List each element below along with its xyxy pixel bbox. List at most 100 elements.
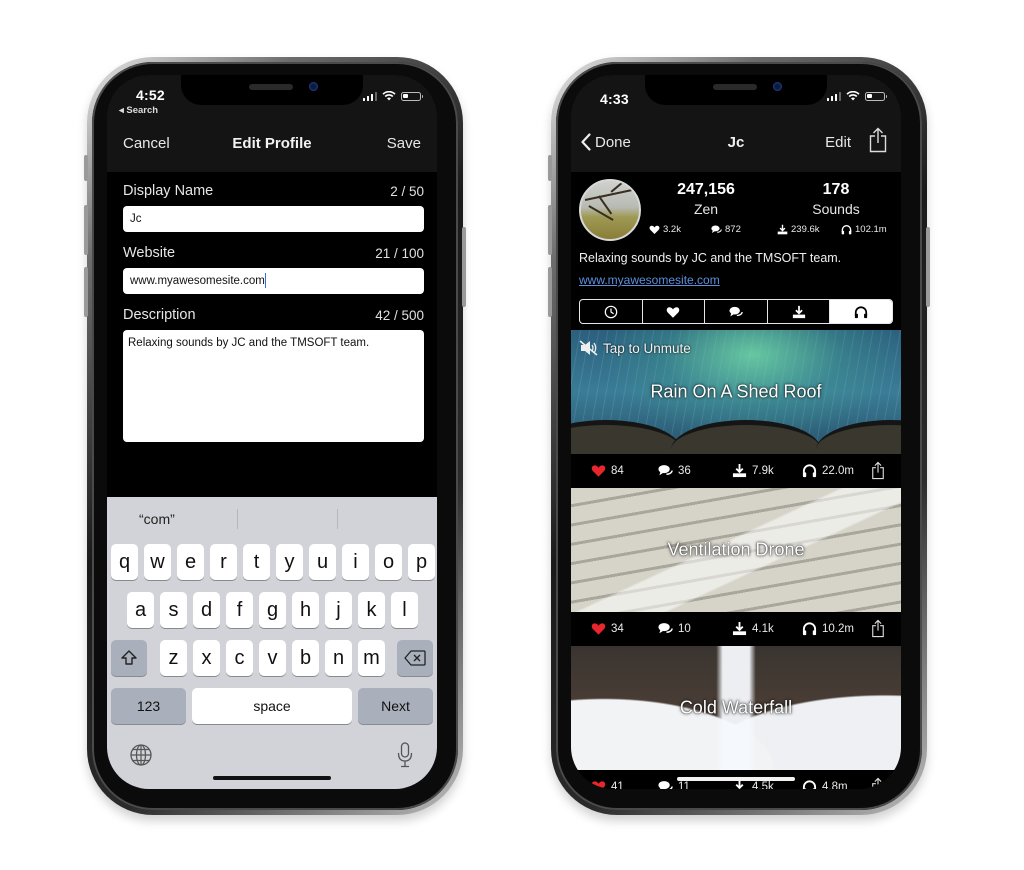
sound-comments[interactable]: 10: [658, 621, 691, 636]
comments-icon: [729, 306, 743, 316]
key-n[interactable]: n: [325, 640, 352, 676]
share-icon[interactable]: [868, 127, 888, 153]
tap-to-unmute-button[interactable]: Tap to Unmute: [579, 340, 691, 356]
suggestion-item[interactable]: [338, 497, 437, 541]
delete-key[interactable]: [397, 640, 433, 676]
home-indicator[interactable]: [677, 777, 795, 781]
display-name-value: Jc: [130, 213, 142, 225]
power-button: [462, 227, 466, 307]
sound-downloads[interactable]: 7.9k: [732, 463, 774, 478]
numbers-key[interactable]: 123: [111, 688, 186, 724]
shift-icon: [121, 650, 137, 665]
key-w[interactable]: w: [144, 544, 171, 580]
description-label: Description: [123, 307, 196, 323]
sound-stats-bar: 34 10 4.1k 10.2m: [571, 612, 901, 646]
space-key[interactable]: space: [192, 688, 352, 724]
profile-downloads: 239.6k: [777, 224, 820, 235]
next-key[interactable]: Next: [358, 688, 433, 724]
sound-stats-bar: 84 36 7.9k 22.0m: [571, 454, 901, 488]
profile-comments: 872: [711, 224, 741, 235]
heart-icon: [649, 225, 660, 234]
key-m[interactable]: m: [358, 640, 385, 676]
key-l[interactable]: l: [391, 592, 418, 628]
edit-button[interactable]: Edit: [825, 134, 851, 151]
key-k[interactable]: k: [358, 592, 385, 628]
heart-icon: [591, 465, 606, 477]
display-name-label: Display Name: [123, 183, 214, 199]
sound-card[interactable]: Ventilation Drone 34 10 4.1k 10.2m: [571, 488, 901, 646]
key-r[interactable]: r: [210, 544, 237, 580]
display-name-field[interactable]: Jc: [123, 206, 424, 232]
key-o[interactable]: o: [375, 544, 402, 580]
key-f[interactable]: f: [226, 592, 253, 628]
sound-downloads[interactable]: 4.1k: [732, 621, 774, 636]
key-t[interactable]: t: [243, 544, 270, 580]
volume-up-button: [548, 205, 552, 255]
key-j[interactable]: j: [325, 592, 352, 628]
suggestion-item[interactable]: “com”: [107, 497, 239, 541]
key-d[interactable]: d: [193, 592, 220, 628]
text-cursor: [264, 273, 267, 289]
key-row-4: 123 space Next: [107, 688, 437, 724]
key-q[interactable]: q: [111, 544, 138, 580]
tab-likes[interactable]: [643, 300, 706, 323]
sound-share-button[interactable]: [871, 777, 885, 789]
sound-card[interactable]: Cold Waterfall 41 11 4.5k 4.8m: [571, 646, 901, 789]
wifi-icon: [846, 91, 860, 101]
back-to-app-link[interactable]: ◂ Search: [119, 105, 158, 116]
key-c[interactable]: c: [226, 640, 253, 676]
shift-key[interactable]: [111, 640, 147, 676]
key-e[interactable]: e: [177, 544, 204, 580]
sound-share-button[interactable]: [871, 619, 885, 638]
download-icon: [732, 621, 747, 636]
tab-comments[interactable]: [705, 300, 768, 323]
sound-likes[interactable]: 84: [591, 463, 624, 478]
tab-downloads[interactable]: [768, 300, 831, 323]
sound-likes[interactable]: 41: [591, 779, 624, 789]
key-h[interactable]: h: [292, 592, 319, 628]
key-g[interactable]: g: [259, 592, 286, 628]
key-a[interactable]: a: [127, 592, 154, 628]
key-i[interactable]: i: [342, 544, 369, 580]
sound-thumbnail[interactable]: Ventilation Drone: [571, 488, 901, 612]
key-z[interactable]: z: [160, 640, 187, 676]
avatar[interactable]: [579, 179, 641, 241]
key-y[interactable]: y: [276, 544, 303, 580]
key-v[interactable]: v: [259, 640, 286, 676]
sound-likes[interactable]: 34: [591, 621, 624, 636]
share-icon: [872, 777, 884, 789]
microphone-icon[interactable]: [397, 742, 413, 768]
headphones-icon: [802, 464, 817, 478]
sound-card[interactable]: Tap to Unmute Rain On A Shed Roof 84 36 7.…: [571, 330, 901, 488]
sound-thumbnail[interactable]: Tap to Unmute Rain On A Shed Roof: [571, 330, 901, 454]
key-row-1: qwertyuiop: [107, 544, 437, 580]
notch: [181, 75, 363, 105]
sound-title: Ventilation Drone: [667, 539, 805, 560]
muted-speaker-icon: [579, 340, 598, 356]
save-button[interactable]: Save: [387, 135, 421, 152]
screen: 4:33 Done Jc Edit 247,156 Zen 178 Sounds…: [571, 75, 901, 789]
sound-thumbnail[interactable]: Cold Waterfall: [571, 646, 901, 770]
sound-share-button[interactable]: [871, 461, 885, 480]
description-field[interactable]: Relaxing sounds by JC and the TMSOFT tea…: [123, 330, 424, 442]
tab-recent[interactable]: [580, 300, 643, 323]
comments-icon: [658, 465, 673, 476]
key-b[interactable]: b: [292, 640, 319, 676]
home-indicator[interactable]: [213, 776, 331, 780]
website-field[interactable]: www.myawesomesite.com: [123, 268, 424, 294]
key-s[interactable]: s: [160, 592, 187, 628]
key-x[interactable]: x: [193, 640, 220, 676]
suggestion-item[interactable]: [238, 497, 338, 541]
sound-comments[interactable]: 36: [658, 463, 691, 478]
tab-listens[interactable]: [830, 300, 892, 323]
key-u[interactable]: u: [309, 544, 336, 580]
globe-icon[interactable]: [129, 743, 153, 767]
phone-edit-profile: 4:52 ◂ Search Cancel Edit Profile Save D…: [84, 57, 466, 815]
suggestion-bar: “com”: [107, 497, 437, 541]
heart-icon: [591, 781, 606, 789]
sounds-label: Sounds: [812, 201, 860, 217]
download-icon: [777, 224, 788, 235]
share-icon: [872, 461, 884, 480]
profile-website-link[interactable]: www.myawesomesite.com: [579, 273, 720, 287]
key-p[interactable]: p: [408, 544, 435, 580]
